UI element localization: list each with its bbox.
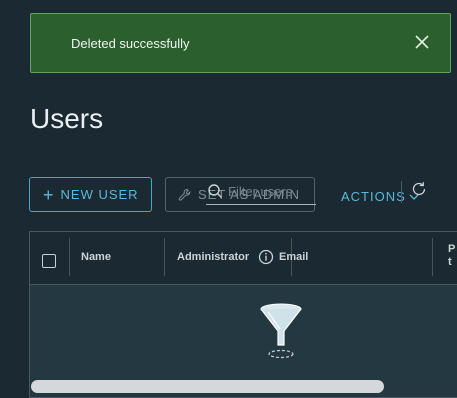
column-separator xyxy=(69,238,70,276)
filter-users-input[interactable] xyxy=(228,183,308,199)
users-page: Deleted successfully Users + NEW USER SE… xyxy=(0,0,457,398)
toolbar-divider xyxy=(401,181,402,203)
plus-icon: + xyxy=(43,184,55,205)
actions-label: ACTIONS xyxy=(341,189,406,204)
new-user-label: NEW USER xyxy=(60,187,139,202)
toast-message: Deleted successfully xyxy=(71,36,190,51)
refresh-icon[interactable] xyxy=(410,180,428,198)
close-icon[interactable] xyxy=(414,34,430,50)
info-icon[interactable] xyxy=(258,249,274,265)
users-datagrid: Name Administrator Email P t xyxy=(29,231,457,398)
column-header-administrator[interactable]: Administrator xyxy=(177,251,249,263)
horizontal-scrollbar[interactable] xyxy=(31,380,384,393)
funnel-icon xyxy=(260,303,302,359)
search-icon xyxy=(208,184,222,198)
column-separator[interactable] xyxy=(432,238,433,276)
new-user-button[interactable]: + NEW USER xyxy=(29,177,152,212)
column-header-name[interactable]: Name xyxy=(81,251,111,263)
wrench-icon xyxy=(178,188,191,201)
actions-dropdown[interactable]: ACTIONS xyxy=(341,189,419,204)
grid-header: Name Administrator Email P t xyxy=(30,232,457,285)
column-header-email[interactable]: Email xyxy=(279,251,308,263)
column-separator[interactable] xyxy=(164,238,165,276)
select-all-checkbox[interactable] xyxy=(42,254,56,268)
success-toast: Deleted successfully xyxy=(30,13,451,73)
column-header-truncated[interactable]: P t xyxy=(448,243,455,269)
filter-users-field[interactable] xyxy=(206,178,316,205)
page-title: Users xyxy=(30,103,104,134)
